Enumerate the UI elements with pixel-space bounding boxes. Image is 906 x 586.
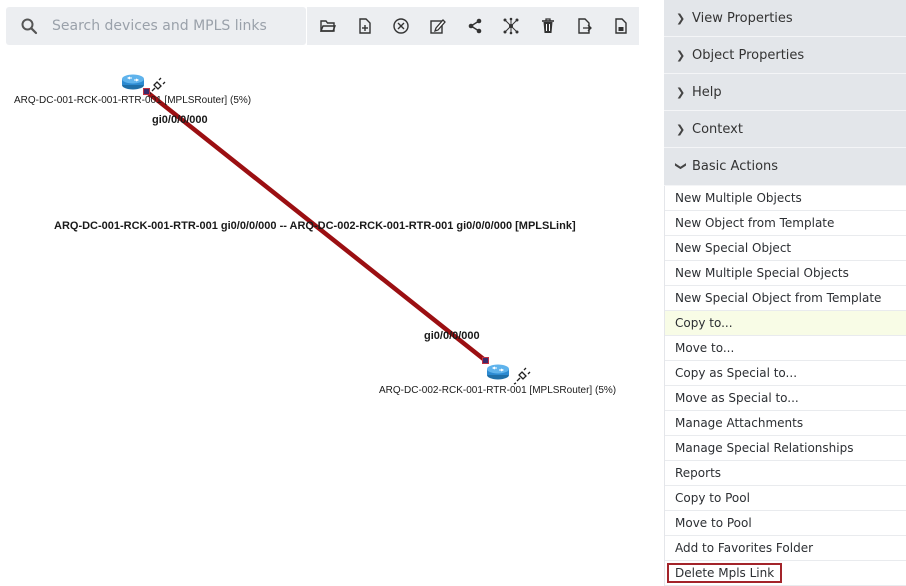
router-icon[interactable] — [486, 364, 510, 380]
port-label: gi0/0/0/000 — [152, 114, 208, 126]
action-manage-attachments[interactable]: Manage Attachments — [665, 411, 906, 436]
section-help[interactable]: ❯ Help — [664, 74, 906, 111]
action-move-as-special-to[interactable]: Move as Special to... — [665, 386, 906, 411]
action-label: Move to... — [675, 341, 735, 355]
action-delete-mpls-link[interactable]: Delete Mpls Link — [665, 561, 906, 586]
action-new-special-object-from-template[interactable]: New Special Object from Template — [665, 286, 906, 311]
search-input[interactable] — [50, 7, 300, 45]
topology-canvas[interactable]: ARQ-DC-001-RCK-001-RTR-001 [MPLSRouter] … — [0, 50, 650, 583]
properties-panel: ❯ View Properties ❯ Object Properties ❯ … — [664, 0, 906, 586]
action-label: New Multiple Special Objects — [675, 266, 849, 280]
section-label: View Properties — [692, 10, 793, 26]
new-file-icon[interactable] — [347, 7, 384, 45]
section-label: Object Properties — [692, 47, 805, 63]
section-view-properties[interactable]: ❯ View Properties — [664, 0, 906, 37]
chevron-right-icon: ❯ — [676, 11, 686, 25]
action-label: Manage Attachments — [675, 416, 804, 430]
action-reports[interactable]: Reports — [665, 461, 906, 486]
search-box[interactable] — [6, 7, 306, 45]
action-label: Copy to Pool — [675, 491, 750, 505]
toolbar — [307, 7, 639, 45]
action-label: Add to Favorites Folder — [675, 541, 814, 555]
section-label: Basic Actions — [692, 159, 779, 174]
section-basic-actions[interactable]: ❯ Basic Actions — [664, 148, 906, 186]
action-label: New Object from Template — [675, 216, 835, 230]
action-move-to-pool[interactable]: Move to Pool — [665, 511, 906, 536]
action-new-object-from-template[interactable]: New Object from Template — [665, 211, 906, 236]
share-icon[interactable] — [456, 7, 493, 45]
router-icon[interactable] — [121, 74, 145, 90]
file-report-icon[interactable] — [603, 7, 640, 45]
node-label[interactable]: ARQ-DC-002-RCK-001-RTR-001 [MPLSRouter] … — [379, 385, 616, 396]
link-label[interactable]: ARQ-DC-001-RCK-001-RTR-001 gi0/0/0/000 -… — [54, 220, 576, 232]
chevron-right-icon: ❯ — [676, 85, 686, 99]
action-copy-as-special-to[interactable]: Copy as Special to... — [665, 361, 906, 386]
plug-icon — [148, 77, 166, 95]
port-label: gi0/0/0/000 — [424, 330, 480, 342]
port-handle[interactable] — [482, 357, 489, 364]
chevron-right-icon: ❯ — [676, 122, 686, 136]
action-label: Copy as Special to... — [675, 366, 798, 380]
action-label: Move as Special to... — [675, 391, 799, 405]
action-label: New Special Object from Template — [675, 291, 882, 305]
section-object-properties[interactable]: ❯ Object Properties — [664, 37, 906, 74]
action-copy-to[interactable]: Copy to... — [665, 311, 906, 336]
action-move-to[interactable]: Move to... — [665, 336, 906, 361]
section-label: Context — [692, 121, 743, 137]
action-manage-special-relationships[interactable]: Manage Special Relationships — [665, 436, 906, 461]
action-label: Reports — [675, 466, 722, 480]
file-export-icon[interactable] — [566, 7, 603, 45]
links-layer — [144, 89, 489, 364]
section-label: Help — [692, 84, 722, 100]
action-new-multiple-objects[interactable]: New Multiple Objects — [665, 186, 906, 211]
section-context[interactable]: ❯ Context — [664, 111, 906, 148]
port-handle[interactable] — [143, 88, 150, 95]
action-copy-to-pool[interactable]: Copy to Pool — [665, 486, 906, 511]
close-circle-icon[interactable] — [383, 7, 420, 45]
search-icon — [21, 18, 38, 35]
chevron-down-icon: ❯ — [674, 161, 688, 171]
action-label: New Special Object — [675, 241, 792, 255]
action-label: Delete Mpls Link — [667, 563, 783, 583]
action-label: Copy to... — [675, 316, 733, 330]
action-new-multiple-special-objects[interactable]: New Multiple Special Objects — [665, 261, 906, 286]
basic-actions-list: New Multiple Objects New Object from Tem… — [664, 186, 906, 586]
plug-icon — [513, 367, 531, 385]
action-label: New Multiple Objects — [675, 191, 802, 205]
action-new-special-object[interactable]: New Special Object — [665, 236, 906, 261]
action-label: Manage Special Relationships — [675, 441, 854, 455]
trash-icon[interactable] — [529, 7, 566, 45]
network-hub-icon[interactable] — [493, 7, 530, 45]
action-add-to-favorites-folder[interactable]: Add to Favorites Folder — [665, 536, 906, 561]
node-label[interactable]: ARQ-DC-001-RCK-001-RTR-001 [MPLSRouter] … — [14, 95, 251, 106]
chevron-right-icon: ❯ — [676, 48, 686, 62]
action-label: Move to Pool — [675, 516, 752, 530]
folder-open-icon[interactable] — [310, 7, 347, 45]
edit-icon[interactable] — [420, 7, 457, 45]
